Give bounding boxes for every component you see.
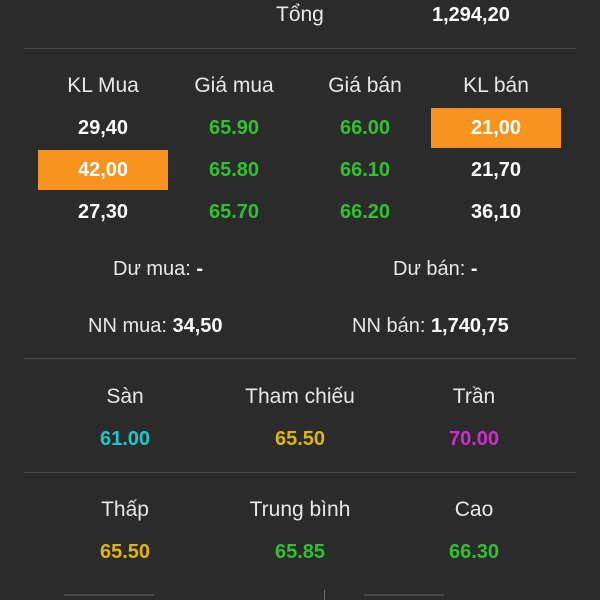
residual-sell-label: Dư bán: (393, 258, 466, 280)
residual-buy-label: Dư mua: (113, 258, 191, 280)
high-label: Cao (454, 498, 494, 521)
header-sell-price: Giá bán (328, 74, 402, 97)
buy-volume-cell-highlighted: 42,00 (38, 150, 168, 190)
sell-volume-cell: 36,10 (470, 201, 522, 223)
residual-buy: Dư mua: - (113, 258, 203, 281)
foreign-buy-label: NN mua: (88, 315, 167, 337)
sell-volume-cell-highlighted: 21,00 (431, 108, 561, 148)
total-value: 1,294,20 (432, 4, 510, 26)
buy-price-cell: 65.70 (208, 201, 260, 223)
sell-price-cell: 66.00 (339, 117, 391, 139)
residual-buy-value: - (196, 258, 204, 280)
low-value: 65.50 (99, 541, 151, 563)
buy-volume-cell: 29,40 (77, 117, 129, 139)
ceiling-label: Trần (452, 385, 496, 408)
low-label: Thấp (101, 498, 149, 521)
buy-price-cell: 65.80 (208, 159, 260, 181)
sell-price-cell: 66.10 (339, 159, 391, 181)
header-buy-price: Giá mua (194, 74, 274, 97)
divider (24, 48, 576, 49)
average-label: Trung bình (249, 498, 351, 521)
stock-detail-panel: Tổng 1,294,20 KL Mua Giá mua Giá bán KL … (0, 0, 600, 600)
foreign-buy: NN mua: 34,50 (88, 315, 223, 338)
ceiling-value: 70.00 (448, 428, 500, 450)
residual-sell-value: - (470, 258, 478, 280)
divider (24, 358, 576, 359)
header-buy-volume: KL Mua (67, 74, 139, 97)
divider (24, 472, 576, 473)
clipped-text-fragment (364, 594, 444, 596)
reference-value: 65.50 (274, 428, 326, 450)
total-label: Tổng (276, 3, 324, 26)
foreign-sell-label: NN bán: (352, 315, 426, 337)
sell-volume-cell: 21,70 (470, 159, 522, 181)
floor-value: 61.00 (99, 428, 151, 450)
reference-label: Tham chiếu (245, 385, 355, 408)
residual-sell: Dư bán: - (393, 258, 478, 281)
header-sell-volume: KL bán (463, 74, 529, 97)
buy-volume-cell: 27,30 (77, 201, 129, 223)
clipped-text-fragment (64, 594, 154, 596)
bottom-row-clipped (24, 590, 576, 600)
foreign-sell: NN bán: 1,740,75 (352, 315, 509, 338)
average-value: 65.85 (274, 541, 326, 563)
column-separator (324, 590, 325, 600)
total-row: Tổng 1,294,20 (0, 0, 600, 32)
sell-price-cell: 66.20 (339, 201, 391, 223)
floor-label: Sàn (106, 385, 144, 408)
foreign-sell-value: 1,740,75 (430, 315, 509, 337)
high-value: 66.30 (448, 541, 500, 563)
buy-price-cell: 65.90 (208, 117, 260, 139)
foreign-buy-value: 34,50 (172, 315, 223, 337)
